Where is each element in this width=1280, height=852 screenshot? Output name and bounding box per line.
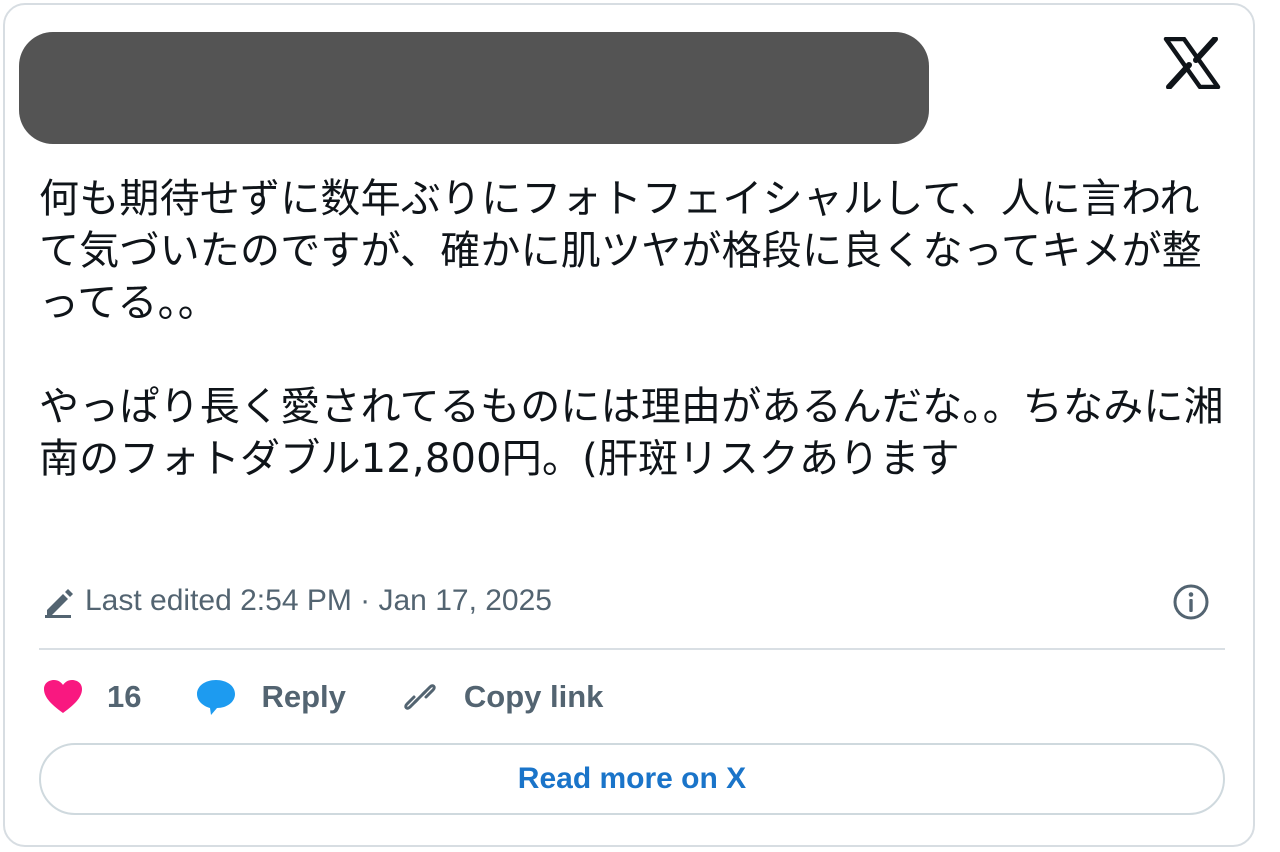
copy-link-button[interactable]: Copy link bbox=[400, 677, 604, 717]
tweet-text: 何も期待せずに数年ぶりにフォトフェイシャルして、人に言われて気づいたのですが、確… bbox=[39, 176, 1224, 482]
link-icon bbox=[404, 684, 436, 710]
read-more-button[interactable]: Read more on X bbox=[39, 743, 1225, 815]
divider bbox=[39, 648, 1225, 650]
embedded-post-card: 何も期待せずに数年ぶりにフォトフェイシャルして、人に言われて気づいたのですが、確… bbox=[3, 3, 1255, 847]
reply-bubble-icon bbox=[197, 680, 236, 715]
action-bar: 16 Reply Copy link bbox=[43, 671, 657, 723]
copy-link-label: Copy link bbox=[463, 679, 604, 714]
edited-timestamp[interactable]: Last edited 2:54 PM · Jan 17, 2025 bbox=[41, 583, 552, 619]
reply-button[interactable]: Reply bbox=[195, 678, 346, 716]
pencil-icon bbox=[45, 589, 73, 618]
like-count: 16 bbox=[107, 679, 142, 714]
edited-label: Last edited 2:54 PM · Jan 17, 2025 bbox=[85, 584, 552, 617]
reply-label: Reply bbox=[261, 679, 346, 714]
info-icon[interactable] bbox=[1171, 582, 1211, 622]
redacted-author-header bbox=[19, 32, 929, 144]
x-logo-icon[interactable] bbox=[1163, 37, 1221, 89]
like-button[interactable]: 16 bbox=[43, 679, 141, 715]
heart-icon bbox=[44, 680, 82, 713]
